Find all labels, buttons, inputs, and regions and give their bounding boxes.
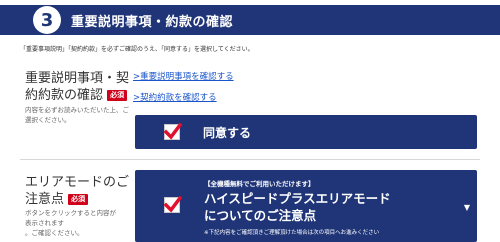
caret-down-icon[interactable]: ▼ bbox=[464, 203, 470, 212]
notice-subtitle: 【全機種無料でご利用いただけます】 bbox=[204, 180, 315, 188]
area-mode-label-line1: エリアモードのご bbox=[25, 175, 130, 190]
important-note-line2: 選択ください。 bbox=[25, 116, 71, 124]
required-badge: 必須 bbox=[107, 90, 128, 101]
area-mode-section-note: ボタンをクリックすると内容が 表示されます 。ご確認ください。 bbox=[25, 208, 116, 238]
agree-checkbox[interactable] bbox=[164, 123, 182, 140]
important-label-line1: 重要説明事項・契 bbox=[25, 71, 130, 86]
section-divider bbox=[20, 159, 480, 160]
area-mode-notice-button[interactable]: 【全機種無料でご利用いただけます】 ハイスピードプラスエリアモード についてのご… bbox=[135, 170, 477, 242]
notice-title: ハイスピードプラスエリアモード についてのご注意点 bbox=[204, 190, 391, 224]
notice-title-line2: についてのご注意点 bbox=[204, 208, 317, 223]
area-mode-section-label: エリアモードのご 注意点 必須 bbox=[25, 174, 129, 208]
important-label-line2: 約約款の確認 bbox=[25, 88, 104, 103]
agree-button[interactable]: 同意する bbox=[135, 115, 477, 149]
area-note-line1: ボタンをクリックすると内容が bbox=[25, 209, 116, 217]
agree-label: 同意する bbox=[203, 125, 252, 140]
checkmark-icon bbox=[164, 196, 182, 213]
important-section-label: 重要説明事項・契 約約款の確認 必須 bbox=[25, 70, 129, 104]
required-badge: 必須 bbox=[68, 194, 89, 205]
notice-title-line1: ハイスピードプラスエリアモード bbox=[204, 191, 391, 206]
notice-checkbox[interactable] bbox=[164, 196, 182, 213]
notice-footnote: ※下記内容をご確認頂きご理解頂けた場合は次の項目へお進みください bbox=[204, 230, 380, 236]
checkmark-icon bbox=[164, 123, 182, 140]
area-mode-label-line2: 注意点 bbox=[25, 192, 65, 207]
area-note-line2: 表示されます bbox=[25, 219, 64, 227]
contract-terms-link[interactable]: >契約約款を確認する bbox=[133, 91, 217, 103]
section-header: 3 重要説明事項・約款の確認 bbox=[0, 5, 500, 35]
step-number-badge: 3 bbox=[33, 6, 61, 34]
section-title: 重要説明事項・約款の確認 bbox=[71, 14, 234, 30]
important-label-line2-wrap: 約約款の確認 必須 bbox=[25, 87, 129, 104]
important-matters-link[interactable]: >重要説明事項を確認する bbox=[133, 70, 234, 82]
important-note-line1: 内容を必ずお読みいただいた上、ご bbox=[25, 106, 129, 114]
area-mode-label-line2-wrap: 注意点 必須 bbox=[25, 191, 129, 208]
intro-instruction: 「重要事項説明」「契約約款」を必ずご確認のうえ、「同意する」を選択してください。 bbox=[20, 46, 254, 53]
important-section-note: 内容を必ずお読みいただいた上、ご 選択ください。 bbox=[25, 105, 129, 125]
area-note-line3: 。ご確認ください。 bbox=[25, 229, 84, 237]
